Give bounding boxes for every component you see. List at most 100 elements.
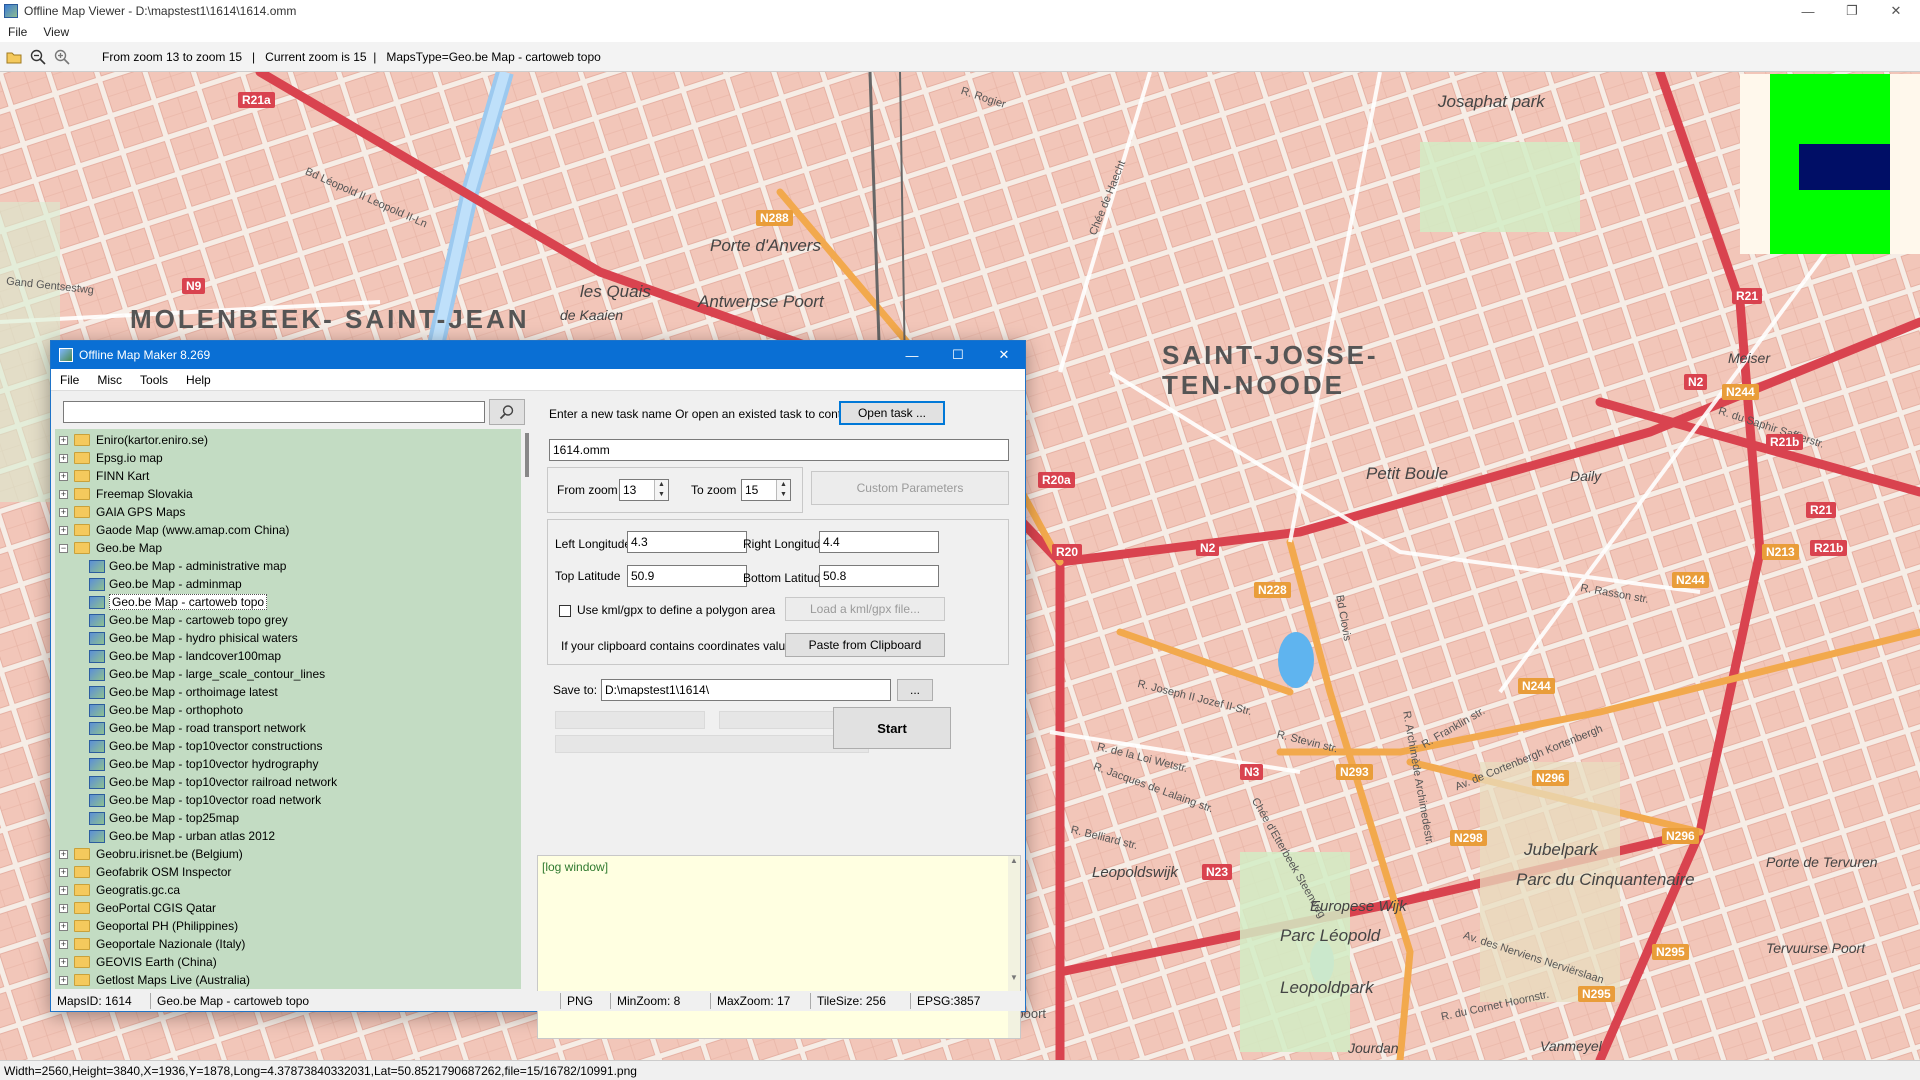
tree-map-item[interactable]: Geo.be Map - cartoweb topo xyxy=(89,593,268,611)
zoom-in-icon[interactable] xyxy=(52,47,72,67)
expand-icon[interactable]: + xyxy=(59,939,68,949)
overview-minimap[interactable] xyxy=(1740,74,1920,254)
expand-icon[interactable]: + xyxy=(59,849,68,859)
tree-map-item[interactable]: Geo.be Map - road transport network xyxy=(89,719,306,737)
tree-folder-item[interactable]: + GeoPortal CGIS Qatar xyxy=(59,899,216,917)
tree-map-item[interactable]: Geo.be Map - hydro phisical waters xyxy=(89,629,298,647)
start-button[interactable]: Start xyxy=(833,707,951,749)
maximize-button[interactable]: ❐ xyxy=(1830,0,1874,22)
tree-map-item[interactable]: Geo.be Map - top10vector hydrography xyxy=(89,755,318,773)
place-label: Vanmeyel xyxy=(1540,1038,1602,1054)
collapse-icon[interactable]: − xyxy=(59,543,68,553)
kml-checkbox[interactable] xyxy=(559,605,571,617)
tree-folder-item[interactable]: + Geoportale Nazionale (Italy) xyxy=(59,935,245,953)
task-name-input[interactable]: 1614.omm xyxy=(549,439,1009,461)
from-zoom-spinner[interactable]: 13 ▲ ▼ xyxy=(619,479,669,501)
tree-folder-item[interactable]: + GAIA GPS Maps xyxy=(59,503,185,521)
expand-icon[interactable]: + xyxy=(59,435,68,445)
tree-map-item[interactable]: Geo.be Map - orthoimage latest xyxy=(89,683,278,701)
tree-map-item[interactable]: Geo.be Map - adminmap xyxy=(89,575,242,593)
tree-folder-item[interactable]: + GEOVIS Earth (China) xyxy=(59,953,217,971)
dialog-menu-tools[interactable]: Tools xyxy=(131,373,177,387)
tree-folder-item[interactable]: + Geobru.irisnet.be (Belgium) xyxy=(59,845,243,863)
expand-icon[interactable]: + xyxy=(59,471,68,481)
tree-item-label: Geo.be Map - orthoimage latest xyxy=(109,685,278,699)
menu-file[interactable]: File xyxy=(0,25,35,39)
open-task-button[interactable]: Open task ... xyxy=(839,401,945,425)
save-to-input[interactable]: D:\mapstest1\1614\ xyxy=(601,679,891,701)
spinner-arrows-icon[interactable]: ▲ ▼ xyxy=(776,480,790,500)
close-button[interactable]: ✕ xyxy=(1874,0,1918,22)
map-layer-icon xyxy=(89,721,105,735)
top-latitude-input[interactable]: 50.9 xyxy=(627,565,747,587)
dialog-menu-misc[interactable]: Misc xyxy=(88,373,131,387)
expand-icon[interactable]: + xyxy=(59,921,68,931)
search-input[interactable] xyxy=(63,401,485,423)
tree-folder-item[interactable]: + Eniro(kartor.eniro.se) xyxy=(59,431,208,449)
dialog-close-button[interactable]: ✕ xyxy=(981,341,1027,369)
custom-parameters-button[interactable]: Custom Parameters xyxy=(811,471,1009,505)
dialog-maximize-button[interactable]: ☐ xyxy=(935,341,981,369)
expand-icon[interactable]: + xyxy=(59,903,68,913)
tree-map-item[interactable]: Geo.be Map - top10vector constructions xyxy=(89,737,322,755)
road-shield: N244 xyxy=(1672,572,1709,588)
tree-item-label: Geo.be Map - top10vector road network xyxy=(109,793,322,807)
map-layer-icon xyxy=(89,757,105,771)
tree-map-item[interactable]: Geo.be Map - urban atlas 2012 xyxy=(89,827,275,845)
dialog-minimize-button[interactable]: — xyxy=(889,341,935,369)
tree-folder-item[interactable]: + Geoportal PH (Philippines) xyxy=(59,917,238,935)
tree-folder-item[interactable]: − Geo.be Map xyxy=(59,539,162,557)
expand-icon[interactable]: + xyxy=(59,975,68,985)
search-button[interactable] xyxy=(489,399,525,425)
map-layer-icon xyxy=(89,595,105,609)
bottom-latitude-input[interactable]: 50.8 xyxy=(819,565,939,587)
tree-folder-item[interactable]: + Geogratis.gc.ca xyxy=(59,881,180,899)
tree-folder-item[interactable]: + FINN Kart xyxy=(59,467,149,485)
tree-folder-item[interactable]: + Freemap Slovakia xyxy=(59,485,193,503)
tree-map-item[interactable]: Geo.be Map - large_scale_contour_lines xyxy=(89,665,325,683)
tree-map-item[interactable]: Geo.be Map - landcover100map xyxy=(89,647,281,665)
place-label: Porte de Tervuren xyxy=(1766,854,1878,870)
expand-icon[interactable]: + xyxy=(59,489,68,499)
tree-map-item[interactable]: Geo.be Map - top10vector road network xyxy=(89,791,321,809)
folder-icon xyxy=(74,884,90,896)
menu-view[interactable]: View xyxy=(35,25,77,39)
paste-from-clipboard-button[interactable]: Paste from Clipboard xyxy=(785,633,945,657)
app-menubar: File View xyxy=(0,22,1920,42)
folder-icon xyxy=(74,866,90,878)
expand-icon[interactable]: + xyxy=(59,525,68,535)
expand-icon[interactable]: + xyxy=(59,507,68,517)
minimap-viewport[interactable] xyxy=(1799,144,1890,190)
map-source-tree[interactable]: + Eniro(kartor.eniro.se) + Epsg.io map + FINN… xyxy=(55,429,521,989)
expand-icon[interactable]: + xyxy=(59,885,68,895)
tree-map-item[interactable]: Geo.be Map - top25map xyxy=(89,809,239,827)
minimize-button[interactable]: — xyxy=(1786,0,1830,22)
tree-map-item[interactable]: Geo.be Map - orthophoto xyxy=(89,701,243,719)
tree-folder-item[interactable]: + Getlost Maps Live (Australia) xyxy=(59,971,250,989)
dialog-menu-help[interactable]: Help xyxy=(177,373,220,387)
tree-item-label: Geo.be Map - urban atlas 2012 xyxy=(109,829,276,843)
browse-folder-button[interactable]: ... xyxy=(897,679,933,701)
expand-icon[interactable]: + xyxy=(59,453,68,463)
tree-folder-item[interactable]: + Gaode Map (www.amap.com China) xyxy=(59,521,289,539)
tree-folder-item[interactable]: + Geofabrik OSM Inspector xyxy=(59,863,231,881)
tree-map-item[interactable]: Geo.be Map - top10vector railroad networ… xyxy=(89,773,337,791)
tree-folder-item[interactable]: + Epsg.io map xyxy=(59,449,163,467)
spinner-arrows-icon[interactable]: ▲ ▼ xyxy=(654,480,668,500)
folder-open-icon[interactable] xyxy=(4,47,24,67)
to-zoom-spinner[interactable]: 15 ▲ ▼ xyxy=(741,479,791,501)
load-kml-button[interactable]: Load a kml/gpx file... xyxy=(785,597,945,621)
status-maps-id: MapsID: 1614 xyxy=(51,993,151,1009)
dialog-menu-file[interactable]: File xyxy=(51,373,88,387)
zoom-info-text: From zoom 13 to zoom 15 | Current zoom i… xyxy=(102,49,601,64)
right-longitude-input[interactable]: 4.4 xyxy=(819,531,939,553)
tree-map-item[interactable]: Geo.be Map - administrative map xyxy=(89,557,286,575)
tree-scrollbar[interactable] xyxy=(525,393,531,989)
tree-map-item[interactable]: Geo.be Map - cartoweb topo grey xyxy=(89,611,288,629)
left-longitude-input[interactable]: 4.3 xyxy=(627,531,747,553)
tree-scrollbar-thumb[interactable] xyxy=(525,433,529,477)
zoom-out-icon[interactable] xyxy=(28,47,48,67)
log-window[interactable]: [log window] ▲ ▼ xyxy=(537,855,1021,1039)
expand-icon[interactable]: + xyxy=(59,867,68,877)
expand-icon[interactable]: + xyxy=(59,957,68,967)
